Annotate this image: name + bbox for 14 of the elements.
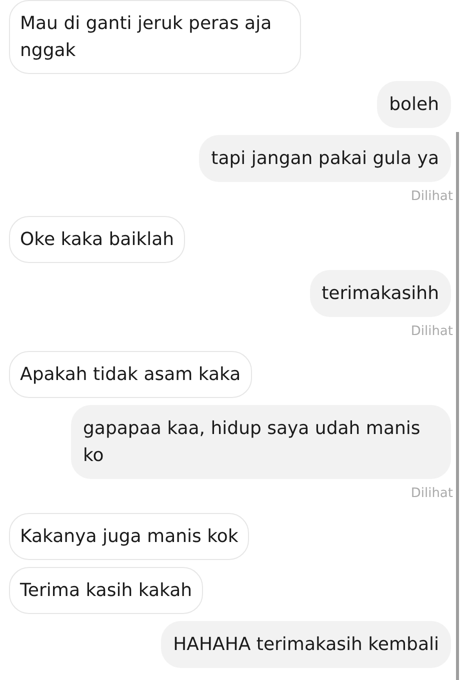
outgoing-message-bubble: gapapaa kaa, hidup saya udah manis ko bbox=[71, 405, 451, 479]
seen-status: Dilihat bbox=[410, 188, 453, 206]
incoming-message-bubble: Oke kaka baiklah bbox=[9, 216, 186, 263]
incoming-message-bubble: Mau di ganti jeruk peras aja nggak bbox=[9, 0, 301, 74]
incoming-message-bubble: Terima kasih kakah bbox=[9, 567, 204, 614]
scrollbar[interactable] bbox=[456, 132, 459, 680]
outgoing-message-bubble: tapi jangan pakai gula ya bbox=[199, 135, 451, 182]
seen-status: Dilihat bbox=[410, 485, 453, 503]
outgoing-message-bubble: boleh bbox=[377, 81, 451, 128]
incoming-message-bubble: Apakah tidak asam kaka bbox=[9, 351, 252, 398]
outgoing-message-bubble: HAHAHA terimakasih kembali bbox=[161, 621, 451, 668]
incoming-message-bubble: Kakanya juga manis kok bbox=[9, 513, 250, 560]
outgoing-message-bubble: terimakasihh bbox=[310, 270, 451, 317]
seen-status: Dilihat bbox=[410, 323, 453, 341]
